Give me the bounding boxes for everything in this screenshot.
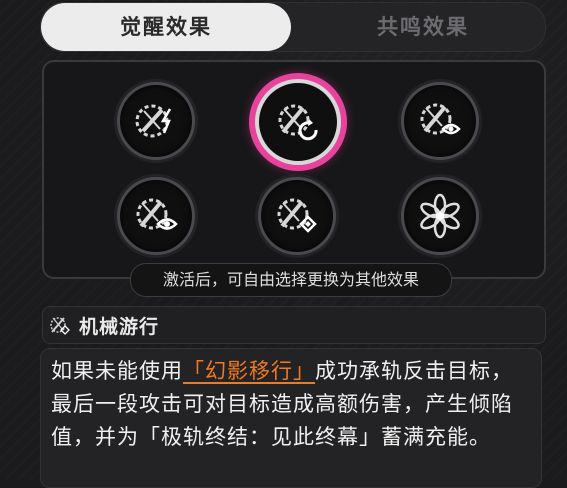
- effect-description: 如果未能使用「幻影移行」成功承轨反击目标，最后一段攻击可对目标造成高额伤害，产生…: [40, 348, 542, 488]
- mech-eye-icon: [420, 103, 461, 135]
- effect-name-bar: 机械游行: [42, 306, 546, 344]
- mech-spin-icon: [278, 104, 318, 141]
- effect-node-6[interactable]: [401, 177, 479, 255]
- swap-hint: 激活后，可自由选择更换为其他效果: [130, 263, 452, 297]
- desc-text-pre: 如果未能使用: [51, 359, 183, 383]
- effect-node-3[interactable]: [401, 82, 479, 160]
- mech-lightning-icon: [135, 104, 172, 138]
- effect-name: 机械游行: [79, 315, 160, 338]
- tab-awakening-effect[interactable]: 觉醒效果: [41, 3, 291, 51]
- mech-parade-icon: [50, 317, 70, 335]
- flower-icon: [420, 193, 460, 239]
- mech-diamond-icon: [277, 198, 317, 233]
- effect-node-4[interactable]: [117, 177, 195, 255]
- tab-resonance-effect[interactable]: 共鸣效果: [303, 3, 543, 51]
- mech-eye-alt-icon: [136, 198, 178, 230]
- effect-node-1[interactable]: [117, 82, 195, 160]
- effect-node-2[interactable]: [255, 79, 341, 165]
- skill-link[interactable]: 「幻影移行」: [183, 359, 315, 383]
- effect-selector-panel: [42, 60, 546, 279]
- effect-node-5[interactable]: [258, 177, 336, 255]
- tab-bar: 觉醒效果 共鸣效果: [40, 2, 546, 52]
